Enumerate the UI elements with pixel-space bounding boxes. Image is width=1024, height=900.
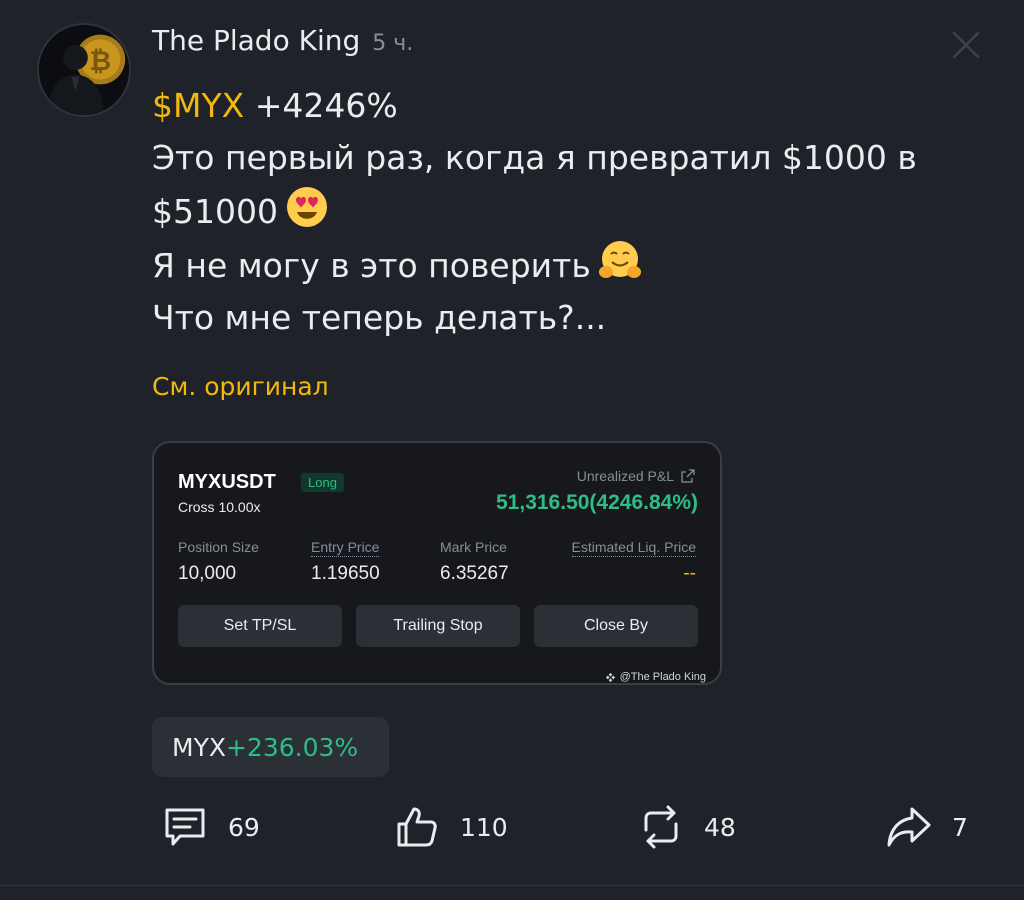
post-line-4: Что мне теперь делать?... [152,298,607,337]
pnl-label: Unrealized P&L [576,468,674,484]
binance-logo-icon [605,672,615,682]
watermark-text: @The Plado King [619,671,706,683]
repost-count: 48 [704,812,736,842]
thumbs-up-icon [397,807,437,847]
post-change: +4246% [254,86,398,125]
post-time: 5 ч. [372,31,414,56]
liq-price-value: -- [683,563,696,584]
see-original-link[interactable]: См. оригинал [152,372,329,401]
liq-price-label-text: Estimated Liq. Price [571,539,696,557]
author-avatar[interactable]: ₿ [37,23,131,117]
side-badge: Long [301,473,344,492]
mark-price-value: 6.35267 [440,563,509,584]
avatar-image: ₿ [39,25,129,115]
repost-button[interactable]: 48 [638,804,736,850]
post-header: The Plado King 5 ч. [152,24,413,57]
hugging-face-emoji [597,238,643,284]
post-actions: 69 110 48 7 [0,804,1024,858]
chip-change: +236.03% [225,732,359,762]
coin-chip[interactable]: MYX +236.03% [152,717,389,777]
close-icon[interactable] [948,27,984,63]
feed-post: ₿ The Plado King 5 ч. $MYX +4246% Это пе… [0,0,1024,900]
comment-button[interactable]: 69 [162,804,260,850]
post-body: $MYX +4246% Это первый раз, когда я прев… [152,80,992,344]
mark-price-label: Mark Price [440,539,507,555]
margin-mode: Cross 10.00x [178,499,261,515]
set-tp-sl-button[interactable]: Set TP/SL [178,605,342,647]
entry-price-value: 1.19650 [311,563,380,584]
post-line-3-wrap: Я не могу в это поверить [152,238,992,292]
post-line-3: Я не могу в это поверить [152,246,591,285]
comment-icon [165,808,205,846]
post-divider [0,885,1024,886]
share-count: 7 [952,812,968,842]
repost-icon [644,805,678,849]
share-icon[interactable] [680,468,696,484]
chip-ticker: MYX [172,732,226,762]
position-size-value: 10,000 [178,563,237,584]
post-line-2: $51000 [152,192,278,231]
card-watermark: @The Plado King [605,671,706,683]
post-line-2-wrap: $51000 [152,184,992,238]
like-count: 110 [460,812,508,842]
ticker-link[interactable]: $MYX [152,86,244,125]
post-headline: $MYX +4246% [152,80,992,132]
pnl-value: 51,316.50(4246.84%) [496,491,698,514]
trailing-stop-button[interactable]: Trailing Stop [356,605,520,647]
pnl-label-wrap: Unrealized P&L [577,468,696,484]
svg-text:₿: ₿ [89,46,111,77]
share-button[interactable]: 7 [886,804,968,850]
like-button[interactable]: 110 [394,804,508,850]
comment-count: 69 [228,812,260,842]
position-size-label: Position Size [178,539,259,555]
trade-card[interactable]: MYXUSDT Long Cross 10.00x Unrealized P&L… [152,441,722,685]
entry-price-label: Entry Price [311,539,380,557]
close-by-button[interactable]: Close By [534,605,698,647]
trade-symbol: MYXUSDT [178,471,276,493]
heart-eyes-emoji [284,184,330,230]
entry-price-label-text: Entry Price [311,539,380,557]
liq-price-label: Estimated Liq. Price [571,539,696,557]
share-arrow-icon [887,807,931,847]
post-line-1: Это первый раз, когда я превратил $1000 … [152,138,917,177]
author-name[interactable]: The Plado King [152,24,360,57]
